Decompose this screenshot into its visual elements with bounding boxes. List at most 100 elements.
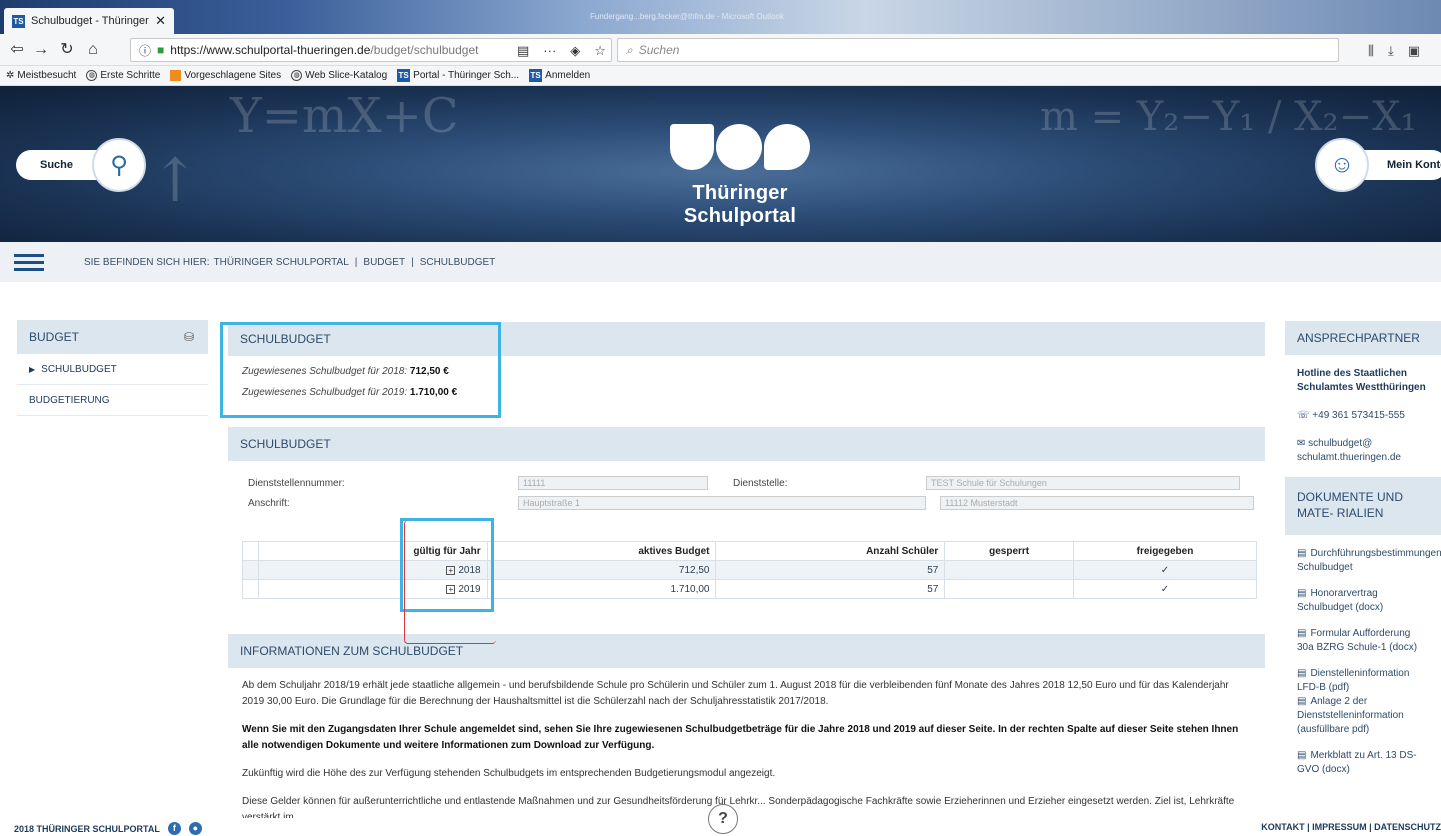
info-title: INFORMATIONEN ZUM SCHULBUDGET <box>240 644 464 658</box>
document-icon: ▤ <box>1297 668 1307 679</box>
col-header-released[interactable]: freigegeben <box>1072 541 1258 561</box>
contact-email[interactable]: ✉ schulbudget@ schulamt.thueringen.de <box>1297 437 1429 465</box>
back-icon[interactable]: ⇦ <box>6 40 28 60</box>
forward-icon[interactable]: → <box>30 40 52 60</box>
menu-icon[interactable] <box>14 250 44 275</box>
year-value: 2018 <box>458 564 481 576</box>
bookmark-anmelden[interactable]: TS Anmelden <box>529 69 590 82</box>
students-cell: 57 <box>715 579 946 599</box>
col-header-year[interactable]: gültig für Jahr <box>257 541 488 561</box>
breadcrumb-link-schulbudget[interactable]: SCHULBUDGET <box>420 257 496 268</box>
bookmark-star-icon[interactable]: ☆ <box>594 43 606 59</box>
suggested-sites-icon <box>170 70 182 81</box>
info-paragraph-2: Wenn Sie mit den Zugangsdaten Ihrer Schu… <box>242 724 1239 751</box>
page-actions-icon[interactable]: ··· <box>543 43 556 59</box>
library-icon[interactable]: ⫼ <box>1368 43 1374 59</box>
gear-icon: ✲ <box>6 70 15 81</box>
footer-copyright: 2018 THÜRINGER SCHULPORTAL <box>14 823 160 834</box>
info-icon[interactable]: ⓘ <box>139 42 151 59</box>
nav-item-label: SCHULBUDGET <box>41 363 117 375</box>
expand-icon[interactable]: + <box>446 565 456 575</box>
help-button[interactable]: ? <box>708 804 738 834</box>
header-search[interactable]: Suche ⚲ <box>16 138 146 192</box>
contact-title: ANSPRECHPARTNER <box>1297 331 1420 345</box>
phone-icon: ☏ <box>1297 410 1313 421</box>
reader-view-icon[interactable]: ▤ <box>517 43 529 59</box>
footer: 2018 THÜRINGER SCHULPORTAL f ● ? KONTAKT… <box>0 804 1441 836</box>
magnifier-icon[interactable]: ⚲ <box>92 138 146 192</box>
bookmark-vorgeschlagene-sites[interactable]: Vorgeschlagene Sites <box>170 70 281 81</box>
facebook-icon[interactable]: f <box>167 822 181 835</box>
doc-link-honorarvertrag[interactable]: ▤ Honorarvertrag Schulbudget (docx) <box>1297 587 1429 615</box>
anschrift-city-field[interactable]: 11112 Musterstadt <box>940 496 1254 510</box>
table-row[interactable]: +2019 1.710,00 57 ✓ <box>242 579 1258 599</box>
mail-icon: ✉ <box>1297 438 1309 449</box>
nav-item-budgetierung[interactable]: BUDGETIERUNG <box>17 385 208 416</box>
contact-phone[interactable]: ☏ +49 361 573415-555 <box>1297 409 1429 423</box>
bookmark-portal[interactable]: TS Portal - Thüringer Sch... <box>397 69 519 82</box>
bookmark-label: Portal - Thüringer Sch... <box>413 70 520 81</box>
globe-icon: ◍ <box>86 70 98 81</box>
anschrift-street-field[interactable]: Hauptstraße 1 <box>518 496 926 510</box>
doc-link-formular-30a[interactable]: ▤ Formular Aufforderung 30a BZRG Schule-1… <box>1297 627 1429 655</box>
breadcrumb-link-budget[interactable]: BUDGET <box>363 257 405 268</box>
bookmark-meistbesucht[interactable]: ✲ Meistbesucht <box>6 70 76 81</box>
doc-link-durchfuehrungsbestimmungen[interactable]: ▤ Durchführungsbestimmungen Schulbudget <box>1297 547 1441 575</box>
detail-title: SCHULBUDGET <box>240 437 331 451</box>
user-icon[interactable]: ☺ <box>1315 138 1369 192</box>
tab-title: Schulbudget - Thüringer Schul <box>31 15 149 27</box>
social-icon[interactable]: ● <box>188 822 202 835</box>
browser-search-input[interactable]: ⌕ Suchen <box>617 38 1339 62</box>
bookmark-web-slice[interactable]: ◍ Web Slice-Katalog <box>291 70 387 81</box>
url-host: https://www.schulportal-thueringen.de <box>170 43 371 57</box>
sidebar-icon[interactable]: ▣ <box>1408 43 1420 59</box>
breadcrumb-separator: | <box>354 256 358 268</box>
reload-icon[interactable]: ↻ <box>56 40 78 60</box>
left-nav-header: BUDGET ⛁ <box>17 320 208 354</box>
col-header-budget[interactable]: aktives Budget <box>486 541 717 561</box>
lock-icon: ■ <box>157 43 165 57</box>
browser-tab[interactable]: TS Schulbudget - Thüringer Schul ✕ <box>4 8 174 34</box>
documents-header: DOKUMENTE UND MATE- RIALIEN <box>1285 477 1441 535</box>
budget-2018-line: Zugewiesenes Schulbudget für 2018: 712,5… <box>242 366 1251 377</box>
footer-links[interactable]: KONTAKT | IMPRESSUM | DATENSCHUTZ <box>1261 822 1441 832</box>
doc-link-anlage-2[interactable]: ▤ Anlage 2 der Dienststelleninformation (… <box>1297 695 1429 737</box>
budget-cell: 712,50 <box>486 560 717 580</box>
left-nav: BUDGET ⛁ ▶ SCHULBUDGET BUDGETIERUNG <box>17 320 208 416</box>
locked-cell <box>944 560 1074 580</box>
bookmark-label: Anmelden <box>545 70 591 81</box>
header-account[interactable]: ☺ Mein Konto <box>1315 138 1441 192</box>
chalk-decoration: ↑ <box>150 146 201 216</box>
document-icon: ▤ <box>1297 588 1307 599</box>
favicon-icon: TS <box>12 14 25 28</box>
titlebar-account-text: Fundergang...berg.fecker@thfm.de - Micro… <box>590 12 784 21</box>
year-cell: +2018 <box>257 560 488 580</box>
bookmark-erste-schritte[interactable]: ◍ Erste Schritte <box>86 70 160 81</box>
bookmark-label: Meistbesucht <box>17 70 77 81</box>
dienststellennummer-field[interactable]: 11111 <box>518 476 708 490</box>
breadcrumb-link-portal[interactable]: THÜRINGER SCHULPORTAL <box>214 257 349 268</box>
nav-item-schulbudget[interactable]: ▶ SCHULBUDGET <box>17 354 208 385</box>
year-value: 2019 <box>458 583 481 595</box>
browser-nav-bar: ⇦ → ↻ ⌂ ⓘ ■ https://www.schulportal-thue… <box>0 34 1441 66</box>
summary-title: SCHULBUDGET <box>240 332 331 346</box>
home-icon[interactable]: ⌂ <box>82 40 104 60</box>
site-logo[interactable]: Thüringer Schulportal <box>655 124 825 227</box>
close-tab-icon[interactable]: ✕ <box>155 13 166 29</box>
info-paragraph-1: Ab dem Schuljahr 2018/19 erhält jede sta… <box>242 680 1229 707</box>
col-header-locked[interactable]: gesperrt <box>944 541 1074 561</box>
table-row[interactable]: +2018 712,50 57 ✓ <box>242 560 1258 580</box>
doc-link-dienstelleninformation[interactable]: ▤ Dienstelleninformation LFD-B (pdf) <box>1297 667 1429 695</box>
doc-link-merkblatt[interactable]: ▤ Merkblatt zu Art. 13 DS-GVO (docx) <box>1297 749 1429 777</box>
budget-2018-label: Zugewiesenes Schulbudget für 2018: <box>242 366 408 377</box>
downloads-icon[interactable]: ⤓ <box>1388 43 1394 59</box>
chalk-decoration: m = Y₂−Y₁ / X₂−X₁ <box>1040 94 1417 140</box>
caret-right-icon: ▶ <box>29 364 36 374</box>
expand-icon[interactable]: + <box>446 584 456 594</box>
dienststelle-field[interactable]: TEST Schule für Schulungen <box>926 476 1240 490</box>
document-icon: ▤ <box>1297 548 1307 559</box>
table-header-row: gültig für Jahr aktives Budget Anzahl Sc… <box>242 541 1258 561</box>
pocket-icon[interactable]: ◈ <box>570 43 580 59</box>
col-header-students[interactable]: Anzahl Schüler <box>715 541 946 561</box>
info-panel: INFORMATIONEN ZUM SCHULBUDGET Ab dem Sch… <box>228 634 1265 836</box>
